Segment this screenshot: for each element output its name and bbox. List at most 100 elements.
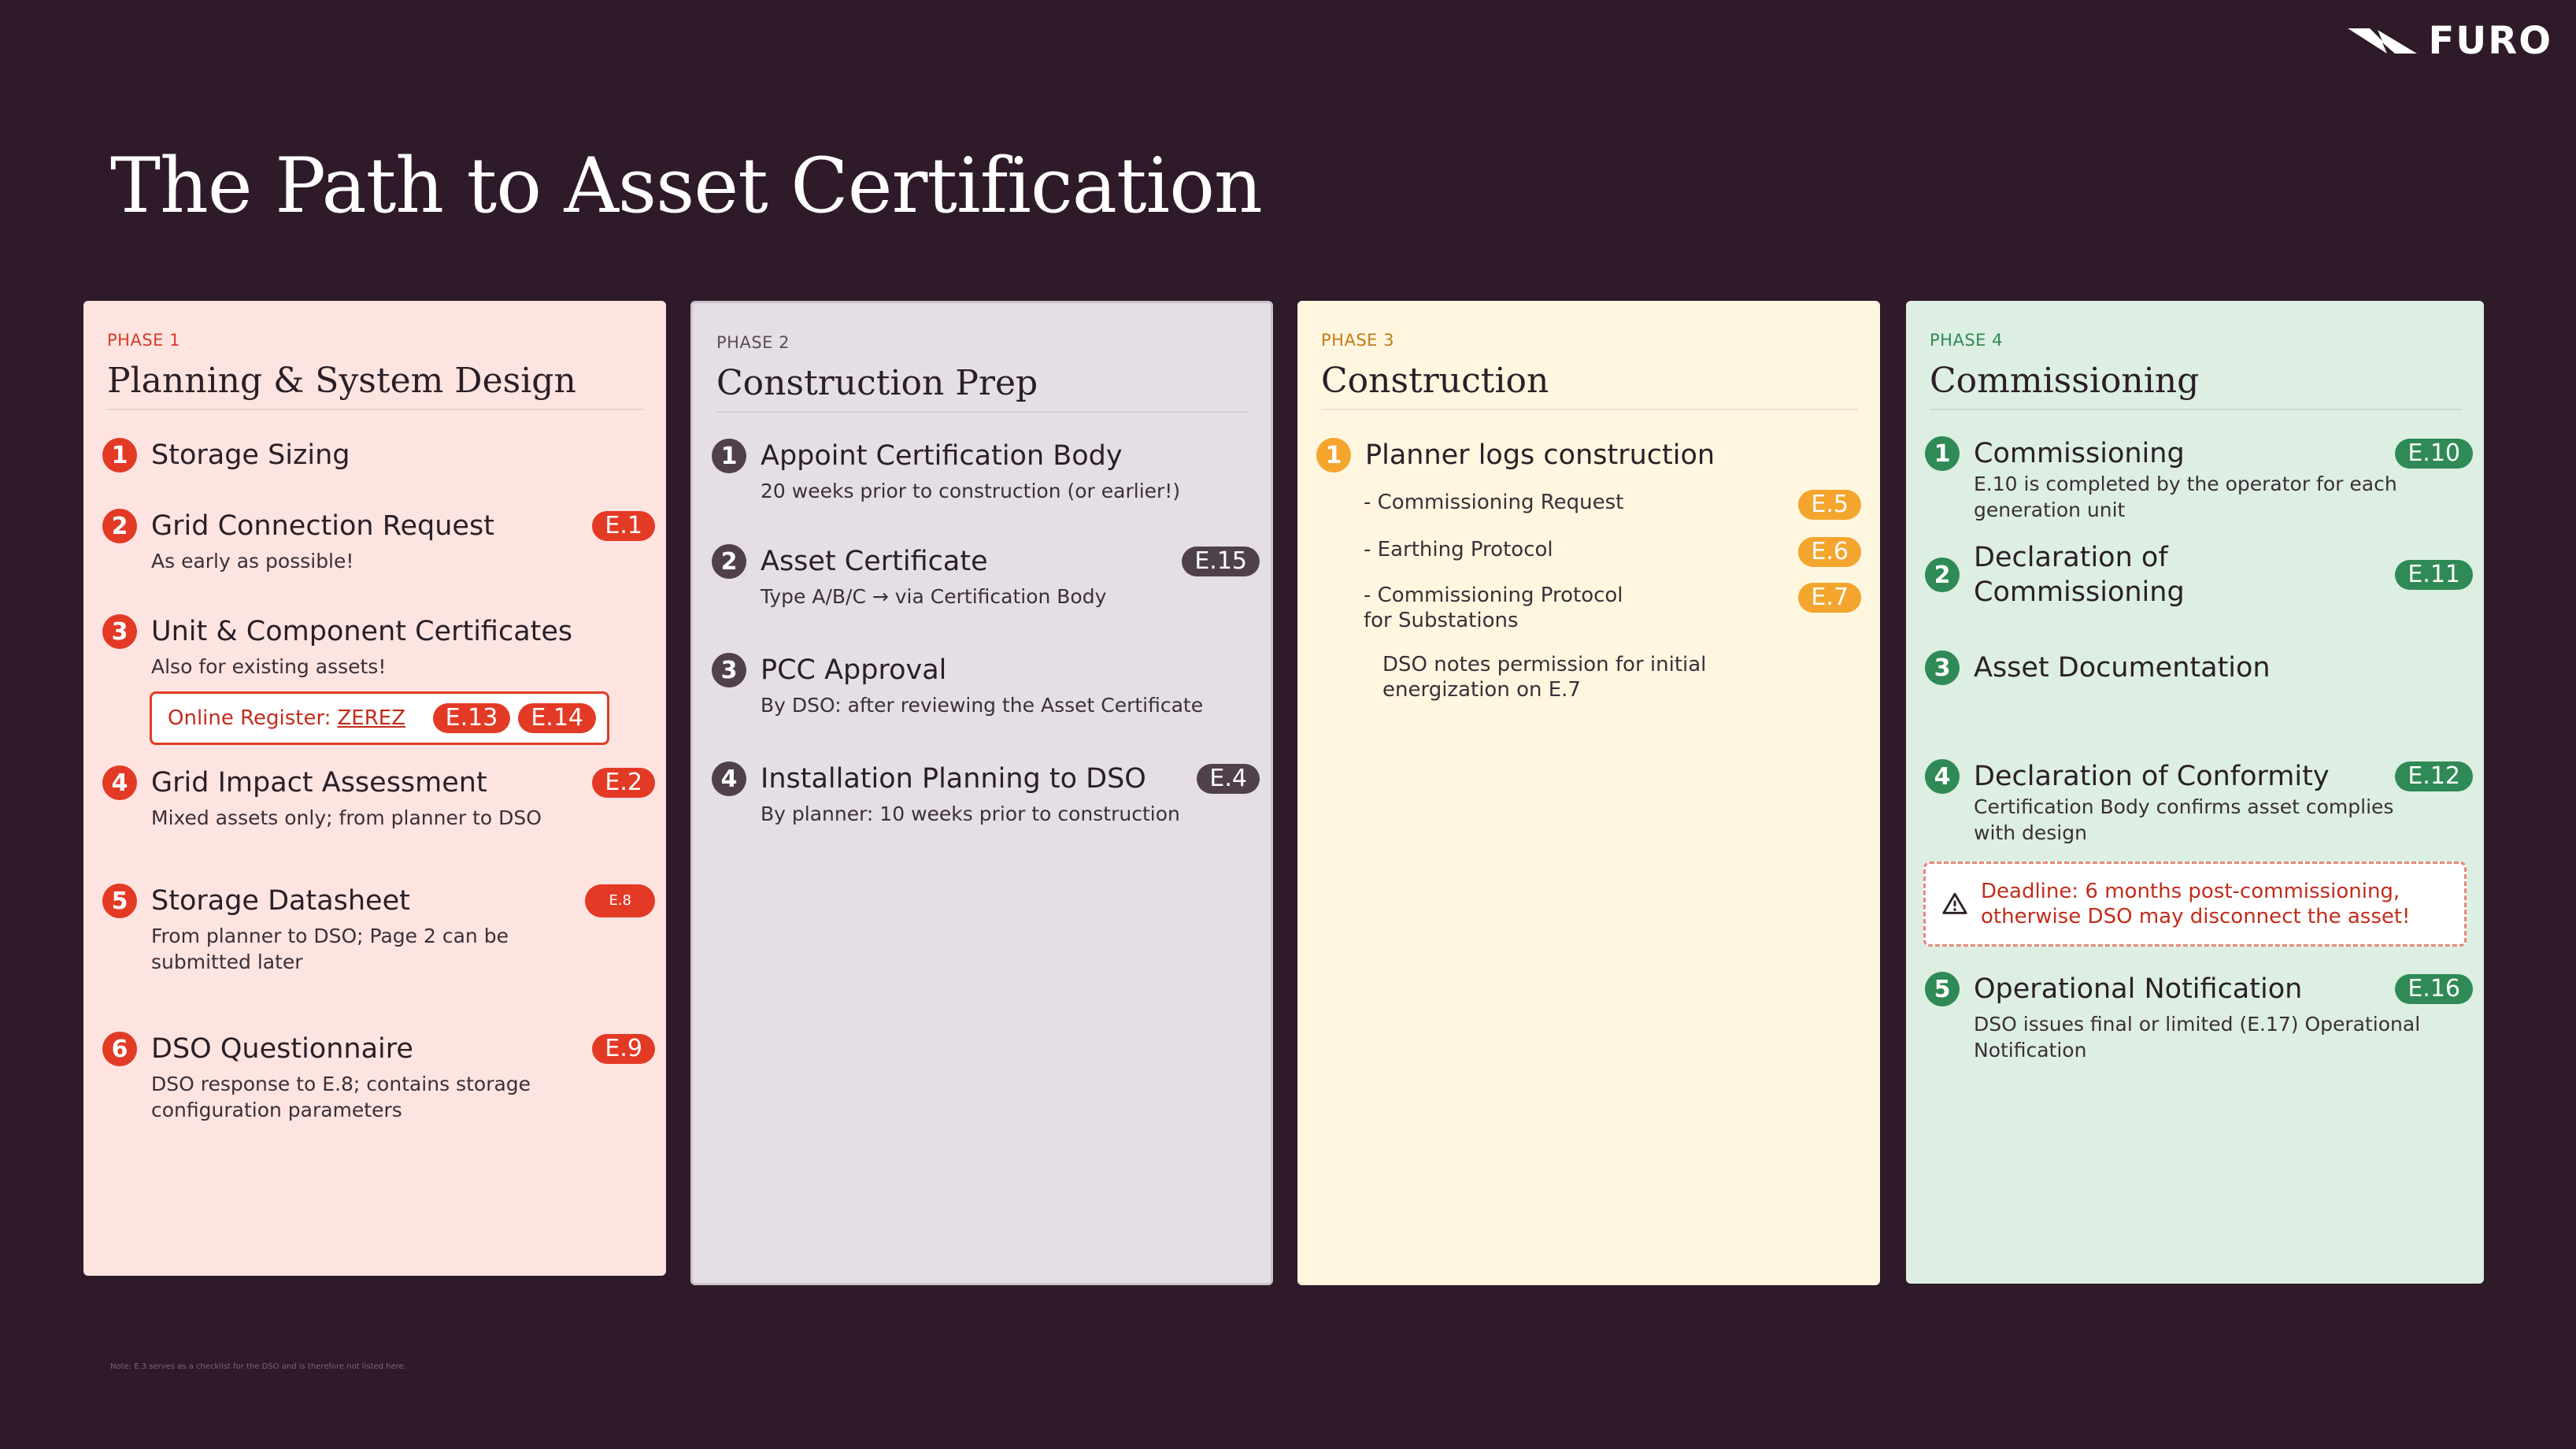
step-title: Installation Planning to DSO bbox=[761, 763, 1146, 795]
sub-item-text: - Commissioning Request bbox=[1364, 491, 1624, 514]
step-number: 3 bbox=[1925, 650, 1960, 685]
step-description: DSO issues final or limited (E.17) Opera… bbox=[1974, 1013, 2421, 1062]
step-title: Asset Certificate bbox=[761, 546, 988, 577]
step-description: Also for existing assets! bbox=[151, 655, 387, 678]
phase-2-card: PHASE 2 Construction Prep 1 Appoint Cert… bbox=[690, 301, 1273, 1285]
warning-icon bbox=[1942, 892, 1967, 914]
brand-logo: FURO bbox=[2346, 19, 2552, 63]
step-number: 3 bbox=[712, 653, 746, 687]
list-item: 1 Planner logs construction bbox=[1316, 438, 1869, 472]
step-number: 2 bbox=[102, 509, 137, 543]
form-badge: E.16 bbox=[2395, 974, 2473, 1004]
step-title: Grid Impact Assessment bbox=[151, 767, 487, 799]
phase-label: PHASE 2 bbox=[716, 333, 790, 352]
step-description: As early as possible! bbox=[151, 550, 354, 573]
step-title: PCC Approval bbox=[761, 654, 947, 686]
step-number: 3 bbox=[102, 614, 137, 649]
step-number: 1 bbox=[712, 439, 746, 473]
step-title: Storage Sizing bbox=[151, 439, 350, 471]
page-title: The Path to Asset Certification bbox=[110, 142, 1263, 230]
list-item: 2 Asset Certificate E.15 Type A/B/C → vi… bbox=[712, 544, 1260, 610]
list-item: 3 Asset Documentation bbox=[1925, 650, 2473, 685]
list-item: 6 DSO Questionnaire E.9 DSO response to … bbox=[102, 1032, 655, 1123]
list-item: 5 Storage Datasheet E.8 From planner to … bbox=[102, 884, 655, 975]
form-badge: E.5 bbox=[1798, 490, 1861, 520]
form-badge: E.12 bbox=[2395, 762, 2473, 791]
step-title: DSO Questionnaire bbox=[151, 1033, 413, 1065]
energization-note: DSO notes permission for initial energiz… bbox=[1382, 653, 1707, 702]
sub-item: - Commissioning Request E.5 bbox=[1364, 490, 1861, 520]
form-badge: E.10 bbox=[2395, 439, 2473, 469]
form-badge: E.7 bbox=[1798, 583, 1861, 613]
phase-1-card: PHASE 1 Planning & System Design 1 Stora… bbox=[83, 301, 666, 1276]
form-badge: E.15 bbox=[1182, 547, 1260, 576]
list-item: 4 Grid Impact Assessment E.2 Mixed asset… bbox=[102, 765, 655, 831]
brand-name: FURO bbox=[2428, 19, 2552, 63]
deadline-warning: Deadline: 6 months post-commissioning, o… bbox=[1923, 862, 2467, 947]
step-description: From planner to DSO; Page 2 can be submi… bbox=[151, 925, 509, 973]
step-title: Declaration of Commissioning bbox=[1974, 542, 2185, 608]
list-item: 2 Grid Connection Request E.1 As early a… bbox=[102, 509, 655, 574]
list-item: 3 Unit & Component Certificates Also for… bbox=[102, 614, 655, 680]
phase-title: Commissioning bbox=[1930, 361, 2462, 410]
step-number: 5 bbox=[102, 884, 137, 918]
phase-label: PHASE 4 bbox=[1930, 331, 2003, 350]
step-number: 4 bbox=[1925, 759, 1960, 794]
step-title: Declaration of Conformity bbox=[1974, 761, 2330, 792]
form-badge: E.6 bbox=[1798, 537, 1861, 567]
phase-title: Construction Prep bbox=[716, 363, 1249, 413]
step-description: E.10 is completed by the operator for ea… bbox=[1974, 472, 2397, 521]
list-item: 1 Commissioning E.10 E.10 is completed b… bbox=[1925, 436, 2473, 523]
step-title: Operational Notification bbox=[1974, 973, 2303, 1005]
phase-title: Construction bbox=[1321, 361, 1858, 410]
step-description: Mixed assets only; from planner to DSO bbox=[151, 806, 542, 829]
step-number: 4 bbox=[102, 765, 137, 800]
step-title: Grid Connection Request bbox=[151, 510, 494, 542]
step-title: Appoint Certification Body bbox=[761, 440, 1123, 472]
step-title: Planner logs construction bbox=[1365, 439, 1715, 471]
form-badge: E.4 bbox=[1197, 764, 1260, 794]
lightning-logo-icon bbox=[2348, 28, 2418, 54]
list-item: 1 Storage Sizing bbox=[102, 438, 655, 472]
sub-item: - Earthing Protocol E.6 bbox=[1364, 537, 1861, 567]
list-item: 3 PCC Approval By DSO: after reviewing t… bbox=[712, 653, 1260, 718]
form-badge: E.1 bbox=[592, 511, 655, 541]
step-number: 5 bbox=[1925, 972, 1960, 1006]
phase-4-card: PHASE 4 Commissioning 1 Commissioning E.… bbox=[1906, 301, 2484, 1284]
zerez-link[interactable]: ZEREZ bbox=[337, 706, 424, 730]
step-number: 1 bbox=[1316, 438, 1351, 472]
sub-item-text: - Earthing Protocol bbox=[1364, 538, 1553, 561]
step-description: DSO response to E.8; contains storage co… bbox=[151, 1073, 531, 1121]
step-number: 2 bbox=[712, 544, 746, 579]
form-badge: E.14 bbox=[518, 703, 596, 733]
step-title: Asset Documentation bbox=[1974, 652, 2271, 684]
phase-label: PHASE 3 bbox=[1321, 331, 1394, 350]
form-badge: E.2 bbox=[592, 768, 655, 798]
sub-item: - Commissioning Protocol for Substations… bbox=[1364, 583, 1861, 633]
form-badge: E.13 bbox=[432, 703, 511, 733]
step-description: By planner: 10 weeks prior to constructi… bbox=[761, 802, 1180, 825]
form-badge: E.11 bbox=[2395, 560, 2474, 590]
step-title: Storage Datasheet bbox=[151, 885, 410, 917]
list-item: 4 Declaration of Conformity E.12 Certifi… bbox=[1925, 759, 2473, 846]
footnote: Note: E.3 serves as a checklist for the … bbox=[110, 1362, 406, 1371]
step-title: Commissioning bbox=[1974, 438, 2185, 469]
list-item: 1 Appoint Certification Body 20 weeks pr… bbox=[712, 439, 1260, 504]
form-badge: E.8 bbox=[585, 884, 655, 917]
list-item: 4 Installation Planning to DSO E.4 By pl… bbox=[712, 762, 1260, 827]
online-register-box: Online Register: ZEREZ E.13 E.14 bbox=[150, 691, 609, 745]
list-item: 5 Operational Notification E.16 DSO issu… bbox=[1925, 972, 2473, 1063]
phase-label: PHASE 1 bbox=[107, 331, 180, 350]
deadline-text: Deadline: 6 months post-commissioning, o… bbox=[1981, 880, 2411, 928]
step-description: 20 weeks prior to construction (or earli… bbox=[761, 480, 1181, 502]
step-number: 6 bbox=[102, 1032, 137, 1066]
phase-title: Planning & System Design bbox=[107, 361, 644, 410]
step-description: By DSO: after reviewing the Asset Certif… bbox=[761, 694, 1204, 717]
sub-item-text: - Commissioning Protocol for Substations bbox=[1364, 584, 1623, 632]
step-number: 1 bbox=[1925, 436, 1960, 471]
step-number: 2 bbox=[1925, 558, 1960, 592]
step-number: 4 bbox=[712, 762, 746, 796]
list-item: 2 Declaration of Commissioning E.11 bbox=[1925, 540, 2474, 610]
step-description: Certification Body confirms asset compli… bbox=[1974, 795, 2394, 844]
phase-3-card: PHASE 3 Construction 1 Planner logs cons… bbox=[1297, 301, 1880, 1285]
